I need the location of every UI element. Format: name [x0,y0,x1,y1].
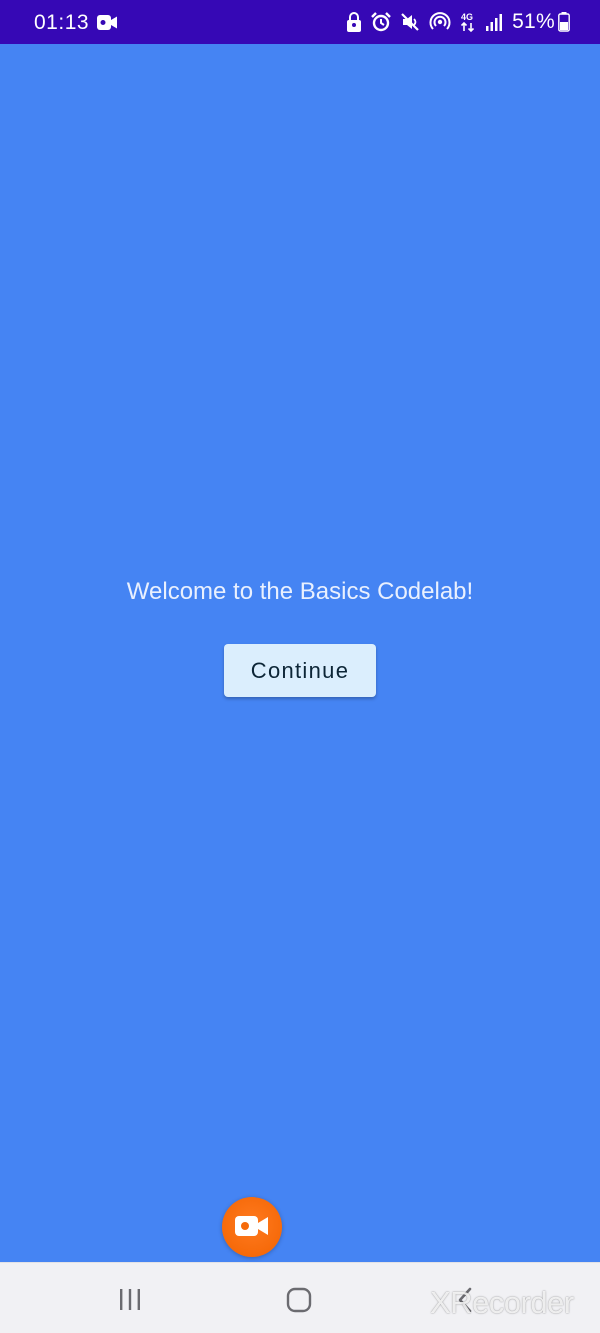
signal-icon [485,12,503,32]
navigation-bar: XRecorder [0,1262,600,1333]
alarm-icon [371,12,391,32]
lock-icon [346,12,362,32]
continue-button-label: Continue [250,657,350,683]
xrecorder-watermark: XRecorder [430,1285,574,1320]
status-bar: 01:13 4G 51% [0,0,600,44]
svg-text:4G: 4G [461,12,473,22]
app-screen: 01:13 4G 51% Welcome to the Basics Codel… [0,0,600,1333]
network-4g-icon: 4G [460,11,476,33]
video-camera-icon [235,1216,268,1236]
hotspot-icon [429,11,451,33]
home-icon[interactable] [284,1286,314,1314]
continue-button[interactable]: Continue [224,644,376,697]
welcome-text: Welcome to the Basics Codelab! [126,578,474,605]
recorder-bubble[interactable] [222,1197,282,1257]
recents-icon[interactable] [114,1287,146,1313]
mute-icon [400,12,420,32]
battery-icon [558,12,570,32]
battery-percent: 51% [512,10,555,33]
video-record-icon [97,15,117,30]
status-time: 01:13 [34,11,90,34]
status-icons: 4G 51% [346,10,570,34]
